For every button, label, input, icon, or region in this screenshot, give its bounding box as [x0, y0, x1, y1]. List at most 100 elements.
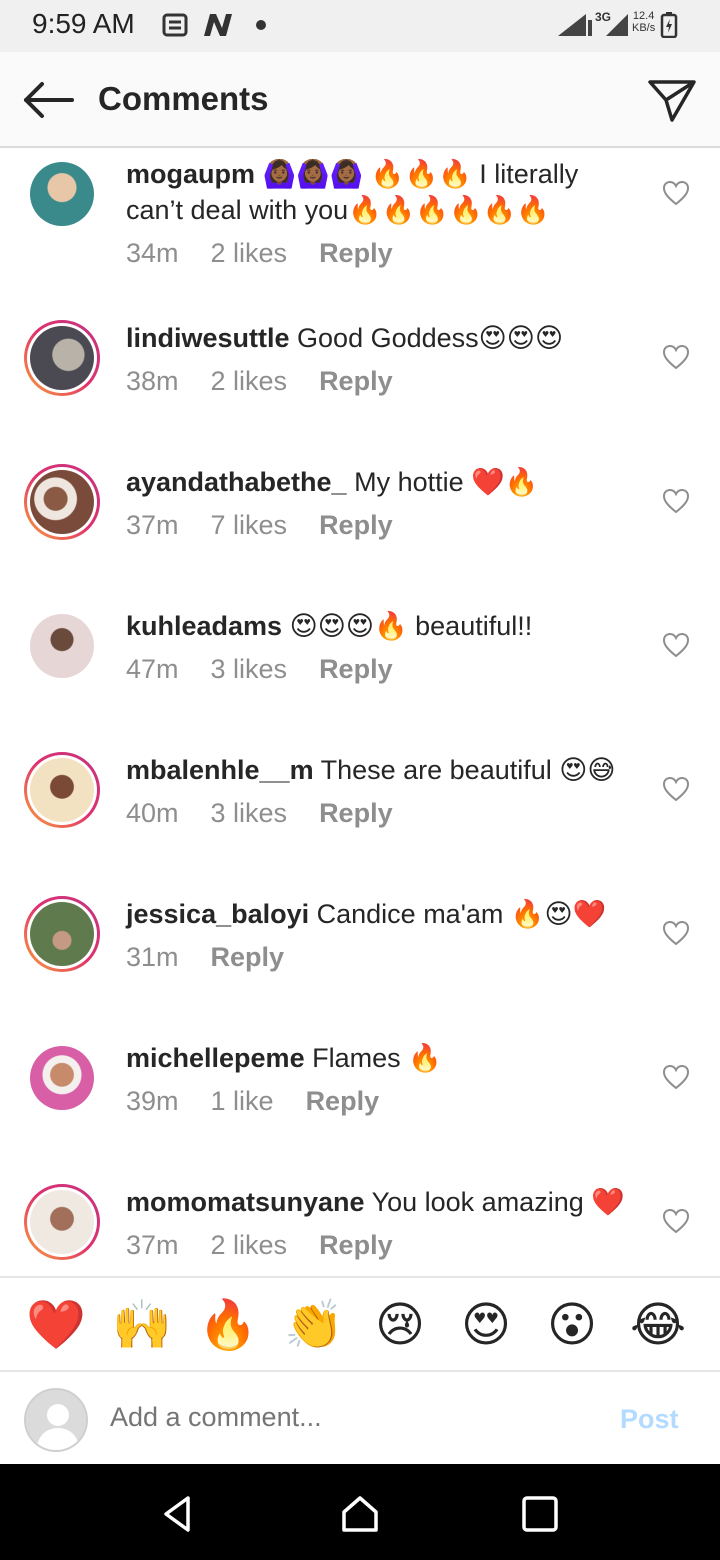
- status-dot: [256, 20, 266, 30]
- comment-likes[interactable]: 2 likes: [211, 1230, 288, 1260]
- reply-button[interactable]: Reply: [319, 366, 393, 396]
- comment-likes[interactable]: 7 likes: [211, 510, 288, 540]
- comment-meta: 47m 3 likes Reply: [126, 654, 425, 685]
- post-button[interactable]: Post: [620, 1404, 679, 1435]
- comment-text: jessica_baloyi Candice ma'am 🔥😍❤️: [126, 896, 646, 932]
- reply-button[interactable]: Reply: [319, 238, 393, 268]
- comment-likes[interactable]: 1 like: [211, 1086, 274, 1116]
- comment-username[interactable]: michellepeme: [126, 1043, 305, 1073]
- comment-meta: 39m 1 like Reply: [126, 1086, 411, 1117]
- reply-button[interactable]: Reply: [306, 1086, 380, 1116]
- paper-plane-icon[interactable]: [644, 74, 700, 126]
- recents-icon[interactable]: [518, 1492, 562, 1536]
- reply-button[interactable]: Reply: [319, 654, 393, 684]
- comment-body: My hottie ❤️🔥: [346, 467, 539, 497]
- comment-username[interactable]: kuhleadams: [126, 611, 282, 641]
- comment-text: michellepeme Flames 🔥: [126, 1040, 646, 1076]
- signal-icon-2: [606, 14, 628, 36]
- comment-meta: 31m Reply: [126, 942, 316, 973]
- comment-time: 37m: [126, 1230, 179, 1260]
- avatar[interactable]: [24, 464, 100, 540]
- n-app-icon: [204, 14, 232, 36]
- comment-username[interactable]: mbalenhle__m: [126, 755, 314, 785]
- comment-composer: Post: [0, 1372, 720, 1464]
- emoji-raised-hands-button[interactable]: 🙌: [112, 1296, 172, 1356]
- avatar[interactable]: [24, 896, 100, 972]
- comment-text: mogaupm 🙆🏾‍♀️🙆🏾‍♀️🙆🏾‍♀️ 🔥🔥🔥 I literally …: [126, 156, 646, 228]
- navigation-bar: [0, 1464, 720, 1560]
- net-speed: 12.4 KB/s: [632, 10, 655, 34]
- arrow-left-icon[interactable]: [20, 76, 76, 124]
- comment-time: 40m: [126, 798, 179, 828]
- avatar[interactable]: [24, 320, 100, 396]
- avatar[interactable]: [24, 156, 100, 232]
- comment-meta: 38m 2 likes Reply: [126, 366, 425, 397]
- emoji-surprised-button[interactable]: 😮: [542, 1296, 602, 1356]
- comment-body: Flames 🔥: [304, 1043, 442, 1073]
- default-avatar-icon: [36, 1404, 80, 1450]
- net-speed-value: 12.4: [632, 10, 655, 22]
- comment-text: ayandathabethe_ My hottie ❤️🔥: [126, 464, 646, 500]
- notification-icon: [162, 13, 188, 37]
- comment-time: 34m: [126, 238, 179, 268]
- emoji-heart-eyes-button[interactable]: 😍: [456, 1296, 516, 1356]
- avatar[interactable]: [24, 1040, 100, 1116]
- comment-meta: 37m 7 likes Reply: [126, 510, 425, 541]
- comment-meta: 40m 3 likes Reply: [126, 798, 425, 829]
- comment-time: 38m: [126, 366, 179, 396]
- comments-list[interactable]: mogaupm 🙆🏾‍♀️🙆🏾‍♀️🙆🏾‍♀️ 🔥🔥🔥 I literally …: [0, 150, 720, 1276]
- comment-likes[interactable]: 2 likes: [211, 238, 288, 268]
- comment-time: 47m: [126, 654, 179, 684]
- emoji-clap-button[interactable]: 👏: [284, 1296, 344, 1356]
- comment-body: 🙆🏾‍♀️🙆🏾‍♀️🙆🏾‍♀️ 🔥🔥🔥 I literally: [255, 159, 579, 189]
- comment-time: 31m: [126, 942, 179, 972]
- comment-username[interactable]: ayandathabethe_: [126, 467, 347, 497]
- home-icon[interactable]: [338, 1492, 382, 1536]
- heart-icon[interactable]: [662, 632, 690, 658]
- comment-username[interactable]: lindiwesuttle: [126, 323, 290, 353]
- comment-text: momomatsunyane You look amazing ❤️: [126, 1184, 646, 1220]
- comment-body: 😍😍😍🔥 beautiful!!: [282, 611, 533, 641]
- reply-button[interactable]: Reply: [211, 942, 285, 972]
- heart-icon[interactable]: [662, 776, 690, 802]
- emoji-heart-button[interactable]: ❤️: [26, 1296, 86, 1356]
- header: Comments: [0, 52, 720, 148]
- emoji-sad-button[interactable]: 😢: [370, 1296, 430, 1356]
- heart-icon[interactable]: [662, 920, 690, 946]
- reply-button[interactable]: Reply: [319, 510, 393, 540]
- heart-icon[interactable]: [662, 1208, 690, 1234]
- comment-body-continued: can’t deal with you🔥🔥🔥🔥🔥🔥: [126, 195, 550, 225]
- emoji-quick-bar: ❤️ 🙌 🔥 👏 😢 😍 😮 😂: [0, 1276, 720, 1372]
- triangle-back-icon[interactable]: [156, 1492, 200, 1536]
- avatar[interactable]: [24, 1184, 100, 1260]
- reply-button[interactable]: Reply: [319, 798, 393, 828]
- user-avatar: [24, 1388, 88, 1452]
- comment-likes[interactable]: 3 likes: [211, 798, 288, 828]
- comment-likes[interactable]: 3 likes: [211, 654, 288, 684]
- comment-meta: 34m 2 likes Reply: [126, 238, 425, 269]
- comment-username[interactable]: mogaupm: [126, 159, 255, 189]
- heart-icon[interactable]: [662, 344, 690, 370]
- emoji-laughing-button[interactable]: 😂: [628, 1296, 688, 1356]
- reply-button[interactable]: Reply: [319, 1230, 393, 1260]
- comment-likes[interactable]: 2 likes: [211, 366, 288, 396]
- net-speed-unit: KB/s: [632, 22, 656, 34]
- avatar[interactable]: [24, 608, 100, 684]
- comment-username[interactable]: momomatsunyane: [126, 1187, 365, 1217]
- comment-username[interactable]: jessica_baloyi: [126, 899, 309, 929]
- heart-icon[interactable]: [662, 180, 690, 206]
- page-title: Comments: [98, 80, 269, 117]
- comment-text: lindiwesuttle Good Goddess😍😍😍: [126, 320, 646, 356]
- comment-text: kuhleadams 😍😍😍🔥 beautiful!!: [126, 608, 646, 644]
- heart-icon[interactable]: [662, 488, 690, 514]
- status-bar: 9:59 AM 3G 12.4 KB/s: [0, 0, 720, 52]
- comment-body: Candice ma'am 🔥😍❤️: [309, 899, 607, 929]
- comment-input[interactable]: [110, 1402, 590, 1433]
- comment-text: mbalenhle__m These are beautiful 😍😅: [126, 752, 646, 788]
- heart-icon[interactable]: [662, 1064, 690, 1090]
- avatar[interactable]: [24, 752, 100, 828]
- comment-body: Good Goddess😍😍😍: [289, 323, 564, 353]
- comment-time: 39m: [126, 1086, 179, 1116]
- signal-icon: [558, 14, 592, 36]
- emoji-fire-button[interactable]: 🔥: [198, 1296, 258, 1356]
